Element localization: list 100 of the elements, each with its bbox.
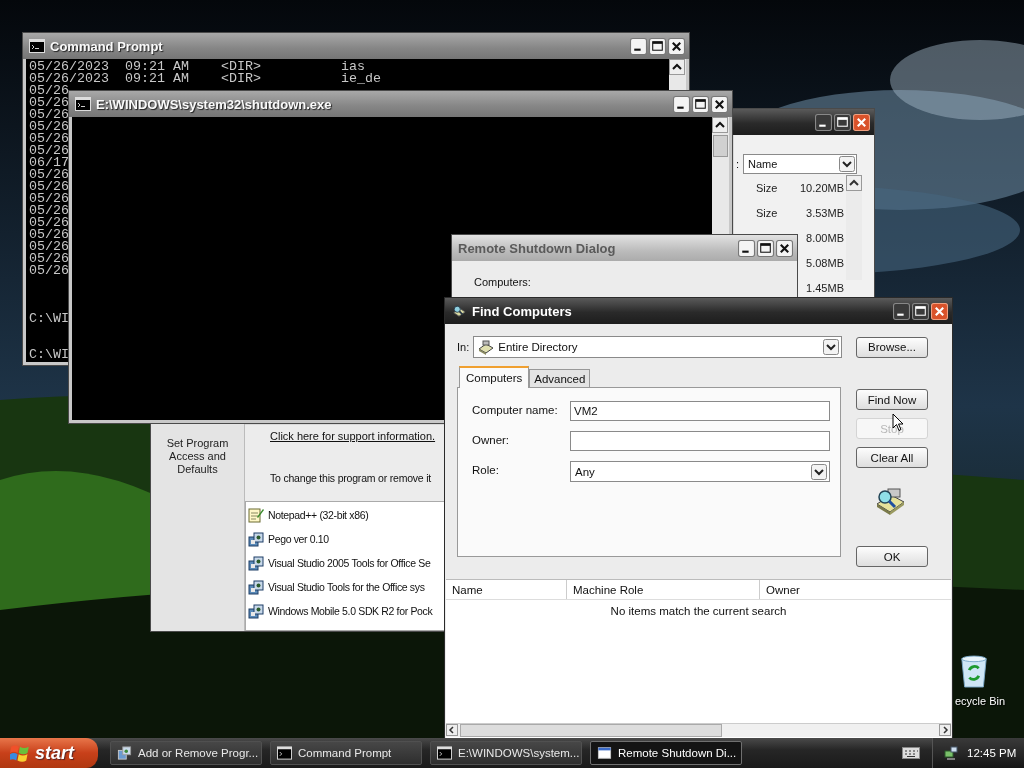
recycle-bin-label: ecycle Bin [955, 695, 1006, 707]
console-line: 05/26 [29, 229, 69, 241]
field-label: Owner: [472, 433, 511, 446]
taskbar-button[interactable]: Remote Shutdown Di... [590, 741, 742, 765]
size-value: 8.00MB [806, 231, 844, 244]
scroll-thumb[interactable] [460, 724, 722, 737]
console-line: 05/26 [29, 133, 69, 145]
installer-icon [248, 531, 264, 547]
size-value: 10.20MB [799, 181, 844, 194]
tab[interactable]: Computers [459, 366, 530, 388]
installer-icon [248, 555, 264, 571]
program-item[interactable]: Visual Studio 2005 Tools for Office Se [248, 551, 431, 575]
size-value: 1.45MB [806, 281, 844, 294]
close-icon[interactable] [853, 113, 870, 131]
column-header[interactable]: Name [446, 580, 567, 599]
console-line: 05/26 [29, 97, 69, 109]
window-title: Command Prompt [50, 38, 163, 54]
notepad-icon [248, 507, 264, 523]
console-line: 05/26 [29, 265, 69, 277]
program-item[interactable]: Notepad++ (32-bit x86) [248, 503, 369, 527]
dialog-button[interactable]: Find Now [856, 389, 928, 410]
field-label: Computer name: [472, 403, 559, 416]
console-line: 05/26 [29, 169, 69, 181]
taskbar-button[interactable]: E:\WINDOWS\system... [430, 741, 582, 765]
minimize-icon[interactable] [738, 239, 755, 257]
console-line: 05/26 [29, 121, 69, 133]
terminal-icon [75, 97, 91, 111]
window-icon [597, 746, 612, 760]
scroll-up-icon[interactable] [712, 117, 728, 133]
scroll-up-icon[interactable] [846, 175, 862, 191]
window-title: Find Computers [472, 303, 572, 319]
close-icon[interactable] [776, 239, 793, 257]
close-icon[interactable] [711, 95, 728, 113]
maximize-icon[interactable] [649, 37, 666, 55]
terminal-icon [29, 39, 45, 53]
taskbar-button[interactable]: Add or Remove Progr... [110, 741, 262, 765]
close-icon[interactable] [931, 302, 948, 320]
console-line: 05/26/2023 09:21 AM <DIR> ias [29, 61, 365, 73]
minimize-icon[interactable] [673, 95, 690, 113]
scroll-up-icon[interactable] [669, 59, 685, 75]
clock[interactable]: 12:45 PM [967, 747, 1017, 759]
role-dropdown[interactable]: Any [570, 461, 830, 482]
console-line: 05/26 [29, 181, 69, 193]
programs-icon [117, 746, 132, 760]
location-dropdown[interactable]: Entire Directory [473, 336, 842, 358]
empty-message: No items match the current search [609, 605, 788, 617]
maximize-icon[interactable] [757, 239, 774, 257]
dialog-button[interactable]: Clear All [856, 447, 928, 468]
window-title: Remote Shutdown Dialog [458, 240, 616, 256]
change-hint: To change this program or remove it [270, 472, 432, 484]
search-computer-icon [451, 304, 467, 318]
console-line: 05/26 [29, 85, 69, 97]
console-line: 05/26 [29, 193, 69, 205]
input-field[interactable] [570, 431, 830, 451]
browse-button[interactable]: Browse... [856, 336, 928, 358]
network-icon[interactable] [943, 745, 959, 761]
scroll-left-icon[interactable] [446, 724, 458, 736]
windows-logo-icon [10, 743, 30, 763]
terminal-icon [437, 746, 452, 760]
scroll-thumb[interactable] [713, 135, 728, 157]
support-link[interactable]: Click here for support information. [270, 430, 436, 442]
program-item[interactable]: Pego ver 0.10 [248, 527, 329, 551]
input-field[interactable]: VM2 [570, 401, 830, 421]
console-line: 05/26 [29, 241, 69, 253]
scrollbar[interactable] [446, 723, 951, 737]
console-line: 05/26 [29, 253, 69, 265]
maximize-icon[interactable] [834, 113, 851, 131]
program-item[interactable]: Visual Studio Tools for the Office sys [248, 575, 425, 599]
close-icon[interactable] [668, 37, 685, 55]
installer-icon [248, 579, 264, 595]
console-line: 05/26 [29, 205, 69, 217]
console-line: 05/26 [29, 217, 69, 229]
field-label: Role: [472, 463, 500, 476]
size-label: Size [756, 181, 778, 194]
directory-icon [478, 339, 495, 355]
program-item[interactable]: Windows Mobile 5.0 SDK R2 for Pock [248, 599, 433, 623]
in-label: In: [457, 341, 470, 353]
sort-dropdown[interactable]: Name [743, 154, 858, 174]
column-header[interactable]: Machine Role [567, 580, 760, 599]
keyboard-icon[interactable] [902, 747, 920, 759]
dialog-button[interactable]: OK [856, 546, 928, 567]
console-line: 05/26 [29, 109, 69, 121]
size-value: 5.08MB [806, 256, 844, 269]
maximize-icon[interactable] [692, 95, 709, 113]
column-header[interactable]: Owner [760, 580, 951, 599]
minimize-icon[interactable] [815, 113, 832, 131]
size-value: 3.53MB [806, 206, 844, 219]
maximize-icon[interactable] [912, 302, 929, 320]
console-line: 05/26 [29, 145, 69, 157]
size-label: Size [756, 206, 778, 219]
scroll-right-icon[interactable] [939, 724, 951, 736]
minimize-icon[interactable] [630, 37, 647, 55]
task-link[interactable]: Set Program Access and Defaults [156, 437, 239, 476]
start-button[interactable]: start [0, 738, 98, 768]
minimize-icon[interactable] [893, 302, 910, 320]
scrollbar[interactable] [846, 175, 862, 280]
taskbar-button[interactable]: Command Prompt [270, 741, 422, 765]
terminal-icon [277, 746, 292, 760]
tab[interactable]: Advanced [529, 369, 591, 387]
window-title: E:\WINDOWS\system32\shutdown.exe [96, 96, 332, 112]
